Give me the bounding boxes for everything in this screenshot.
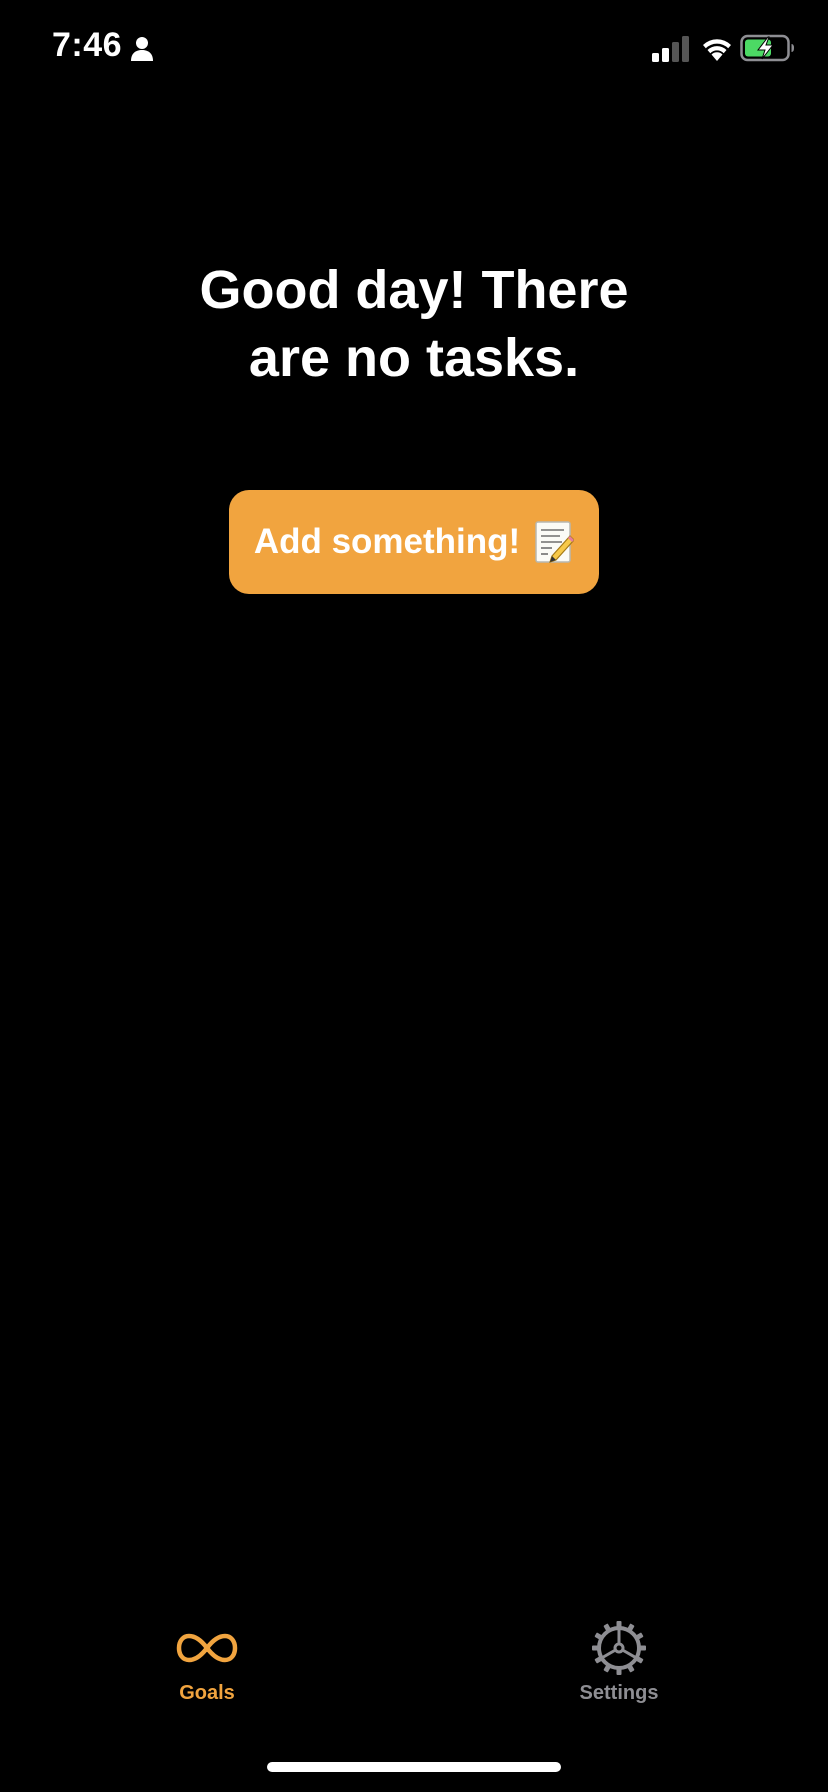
memo-icon bbox=[535, 521, 575, 563]
cellular-signal-icon bbox=[652, 36, 689, 62]
person-icon bbox=[131, 37, 153, 61]
tab-goals-label: Goals bbox=[179, 1682, 235, 1704]
tab-bar: Goals Settings bbox=[0, 1620, 828, 1730]
tab-goals[interactable]: Goals bbox=[107, 1620, 307, 1720]
infinity-icon bbox=[176, 1633, 238, 1663]
headline-line-2: are no tasks. bbox=[248, 328, 580, 388]
empty-state-headline: Good day! There are no tasks. bbox=[0, 256, 828, 392]
status-time: 7:46 bbox=[52, 26, 123, 64]
headline-line-1: Good day! There bbox=[199, 260, 629, 320]
status-bar: 7:46 bbox=[0, 0, 828, 100]
tab-settings-label: Settings bbox=[579, 1682, 659, 1704]
wifi-icon bbox=[703, 39, 731, 61]
add-something-button[interactable]: Add something! bbox=[229, 490, 599, 594]
home-indicator bbox=[267, 1762, 561, 1772]
add-button-label: Add something! bbox=[253, 522, 521, 561]
tab-settings[interactable]: Settings bbox=[519, 1620, 719, 1720]
battery-charging-icon bbox=[740, 34, 794, 62]
gear-icon bbox=[592, 1621, 646, 1675]
